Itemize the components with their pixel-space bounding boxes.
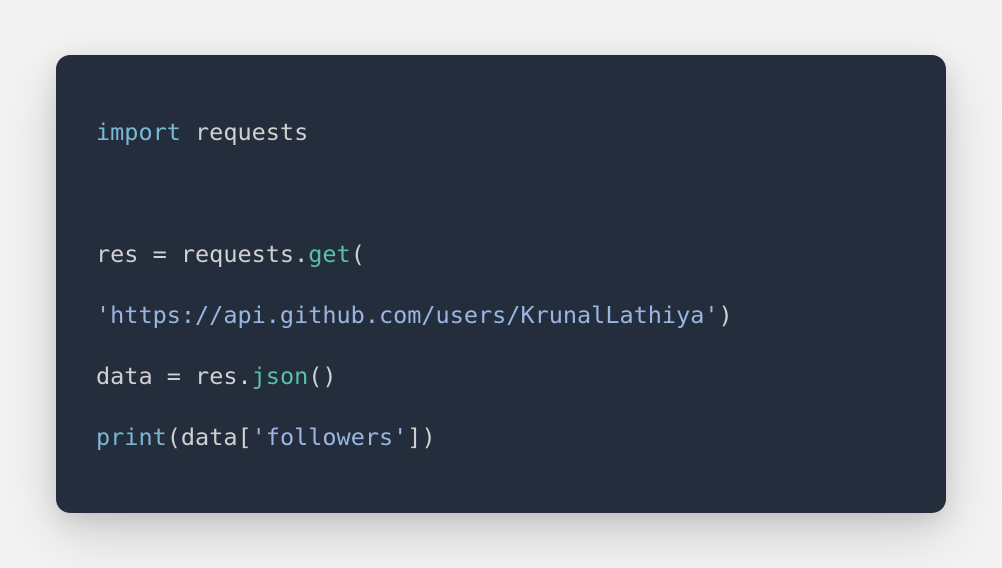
code-token: data (96, 362, 167, 390)
code-token: data (181, 423, 238, 451)
code-token: ) (719, 301, 733, 329)
code-token: res (195, 362, 237, 390)
code-token: ]) (407, 423, 435, 451)
code-token: 'https://api.github.com/users/KrunalLath… (96, 301, 719, 329)
code-token: requests (181, 118, 308, 146)
code-token: . (294, 240, 308, 268)
code-token: = (167, 362, 195, 390)
code-token: . (238, 362, 252, 390)
code-token: = (153, 240, 181, 268)
code-content: import requests res = requests.get( 'htt… (96, 103, 906, 469)
code-token: ( (351, 240, 365, 268)
code-token: 'followers' (252, 423, 408, 451)
code-token: get (308, 240, 350, 268)
code-token: res (96, 240, 153, 268)
code-block: import requests res = requests.get( 'htt… (56, 55, 946, 513)
code-root: import requests res = requests.get( 'htt… (96, 118, 733, 451)
code-token: import (96, 118, 181, 146)
code-token: () (308, 362, 336, 390)
code-token: ( (167, 423, 181, 451)
code-token: requests (181, 240, 294, 268)
code-token: json (252, 362, 309, 390)
code-token: [ (238, 423, 252, 451)
code-token: print (96, 423, 167, 451)
